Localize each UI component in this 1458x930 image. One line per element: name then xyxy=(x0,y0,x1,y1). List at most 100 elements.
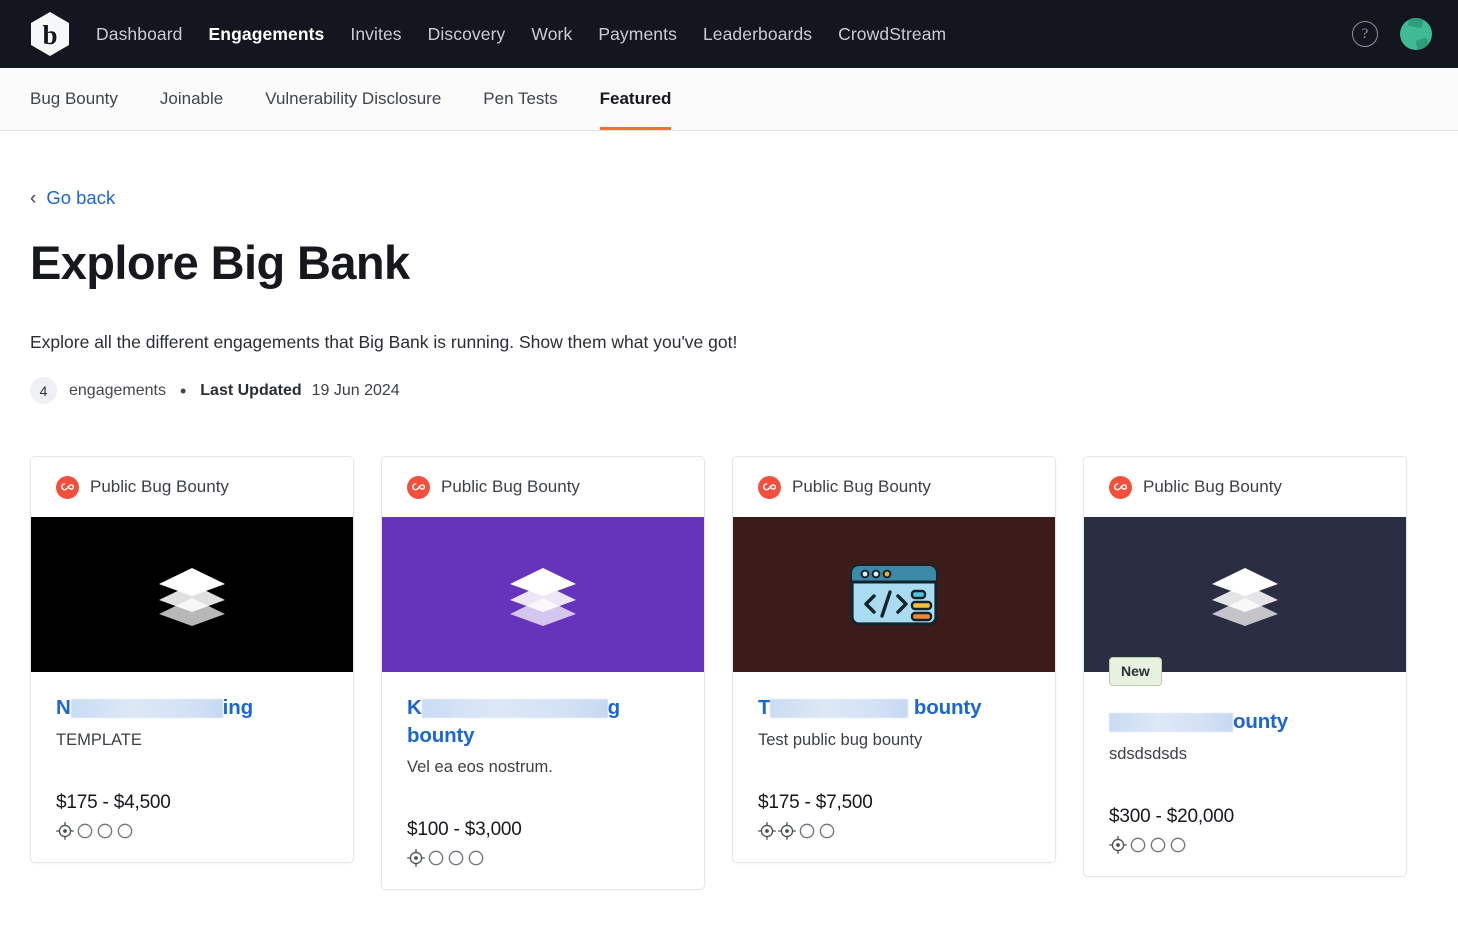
engagements-label: engagements xyxy=(69,381,166,399)
card-subtitle: Vel ea eos nostrum. xyxy=(407,758,553,777)
tab-vulnerability-disclosure[interactable]: Vulnerability Disclosure xyxy=(244,68,462,130)
rating-circle-empty-icon xyxy=(96,822,114,840)
nav-item-dashboard[interactable]: Dashboard xyxy=(96,24,183,45)
redacted-text xyxy=(421,699,608,718)
rating-circle-empty-icon xyxy=(447,849,465,867)
go-back-label: Go back xyxy=(46,187,116,208)
svg-text:b: b xyxy=(42,20,57,50)
rating-circle-empty-icon xyxy=(1169,836,1187,854)
rating-circle-empty-icon xyxy=(427,849,445,867)
card-reward-range: $175 - $4,500 xyxy=(56,791,171,813)
card-header: Public Bug Bounty xyxy=(382,457,704,517)
card-body: Ning TEMPLATE xyxy=(31,672,353,750)
nav-item-work[interactable]: Work xyxy=(531,24,572,45)
top-nav-links: Dashboard Engagements Invites Discovery … xyxy=(96,24,946,45)
card-rating xyxy=(56,821,328,840)
rating-crosshair-filled-icon xyxy=(778,821,796,840)
card-hero-image xyxy=(31,517,353,672)
engagement-card[interactable]: Public Bug Bounty New ounty sdsdsdsds $3… xyxy=(1083,456,1407,877)
card-title-prefix: K xyxy=(407,696,422,719)
nav-item-crowdstream[interactable]: CrowdStream xyxy=(838,24,946,45)
stacked-layers-icon xyxy=(510,567,576,626)
redacted-text xyxy=(1109,713,1233,732)
go-back-link[interactable]: ‹ Go back xyxy=(30,187,115,209)
new-badge: New xyxy=(1109,657,1162,686)
card-title-prefix: N xyxy=(56,696,71,719)
card-header: Public Bug Bounty xyxy=(31,457,353,517)
top-nav-actions: ? xyxy=(1352,18,1432,50)
redacted-text xyxy=(70,699,223,718)
card-title-prefix: T xyxy=(758,696,771,719)
card-title[interactable]: T bounty xyxy=(758,694,1030,722)
meta-separator-dot: • xyxy=(179,380,187,401)
card-subtitle: Test public bug bounty xyxy=(758,730,923,749)
card-footer: $175 - $4,500 xyxy=(31,792,353,862)
rating-crosshair-filled-icon xyxy=(407,849,425,868)
card-title[interactable]: Ning xyxy=(56,694,328,722)
code-window-icon xyxy=(850,563,938,626)
nav-item-leaderboards[interactable]: Leaderboards xyxy=(703,24,812,45)
card-reward-range: $300 - $20,000 xyxy=(1109,805,1235,827)
card-footer: $300 - $20,000 xyxy=(1084,806,1406,876)
card-hero-image xyxy=(382,517,704,672)
card-header: Public Bug Bounty xyxy=(733,457,1055,517)
nav-item-engagements[interactable]: Engagements xyxy=(209,24,325,45)
card-title-suffix: ounty xyxy=(1233,710,1289,733)
engagement-card[interactable]: Public Bug Bounty T bounty Test public b… xyxy=(732,456,1056,863)
main-content: ‹ Go back Explore Big Bank Explore all t… xyxy=(0,131,1458,891)
stacked-layers-icon xyxy=(159,567,225,626)
avatar[interactable] xyxy=(1400,18,1432,50)
bugcrowd-logo-icon[interactable]: b xyxy=(28,10,72,58)
card-header: Public Bug Bounty xyxy=(1084,457,1406,517)
rating-circle-empty-icon xyxy=(798,822,816,840)
card-footer: $100 - $3,000 xyxy=(382,819,704,889)
rating-circle-empty-icon xyxy=(467,849,485,867)
card-hero-image: New xyxy=(1084,517,1406,686)
last-updated-label: Last Updated xyxy=(200,381,302,399)
rating-circle-empty-icon xyxy=(76,822,94,840)
nav-item-payments[interactable]: Payments xyxy=(598,24,677,45)
card-type-label: Public Bug Bounty xyxy=(90,477,229,496)
public-bug-bounty-icon xyxy=(407,475,430,499)
card-body: T bounty Test public bug bounty xyxy=(733,672,1055,750)
tab-featured[interactable]: Featured xyxy=(579,68,693,130)
card-rating xyxy=(758,821,1030,840)
nav-item-invites[interactable]: Invites xyxy=(350,24,401,45)
rating-circle-empty-icon xyxy=(116,822,134,840)
public-bug-bounty-icon xyxy=(758,475,781,499)
rating-crosshair-filled-icon xyxy=(56,821,74,840)
card-title[interactable]: ounty xyxy=(1109,708,1381,736)
tab-bug-bounty[interactable]: Bug Bounty xyxy=(30,68,139,130)
card-hero-image xyxy=(733,517,1055,672)
rating-crosshair-filled-icon xyxy=(1109,835,1127,854)
page-description: Explore all the different engagements th… xyxy=(30,332,738,352)
help-icon[interactable]: ? xyxy=(1352,21,1378,47)
rating-circle-empty-icon xyxy=(1129,836,1147,854)
card-type-label: Public Bug Bounty xyxy=(441,477,580,496)
card-body: Kg bounty Vel ea eos nostrum. xyxy=(382,672,704,777)
chevron-left-icon: ‹ xyxy=(30,187,37,209)
card-reward-range: $175 - $7,500 xyxy=(758,791,873,813)
engagement-card-grid: Public Bug Bounty Ning TEMPLATE $175 - $… xyxy=(30,456,1428,891)
tab-joinable[interactable]: Joinable xyxy=(139,68,244,130)
engagement-card[interactable]: Public Bug Bounty Ning TEMPLATE $175 - $… xyxy=(30,456,354,863)
page-meta: 4 engagements • Last Updated 19 Jun 2024 xyxy=(30,377,1428,404)
page-title: Explore Big Bank xyxy=(30,236,410,289)
public-bug-bounty-icon xyxy=(56,475,79,499)
card-reward-range: $100 - $3,000 xyxy=(407,819,522,841)
card-type-label: Public Bug Bounty xyxy=(792,477,931,496)
stacked-layers-icon xyxy=(1212,567,1278,626)
engagements-count-badge: 4 xyxy=(30,377,57,404)
card-title-suffix: bounty xyxy=(908,696,982,719)
top-navigation-bar: b Dashboard Engagements Invites Discover… xyxy=(0,0,1458,68)
card-type-label: Public Bug Bounty xyxy=(1143,477,1282,496)
nav-item-discovery[interactable]: Discovery xyxy=(428,24,506,45)
engagement-card[interactable]: Public Bug Bounty Kg bounty Vel ea eos n… xyxy=(381,456,705,891)
card-title[interactable]: Kg bounty xyxy=(407,694,679,749)
public-bug-bounty-icon xyxy=(1109,475,1132,499)
redacted-text xyxy=(770,699,909,718)
card-subtitle: sdsdsdsds xyxy=(1109,744,1187,763)
last-updated-date: 19 Jun 2024 xyxy=(311,381,400,399)
tab-pen-tests[interactable]: Pen Tests xyxy=(462,68,578,130)
card-title-suffix: ing xyxy=(222,696,253,719)
